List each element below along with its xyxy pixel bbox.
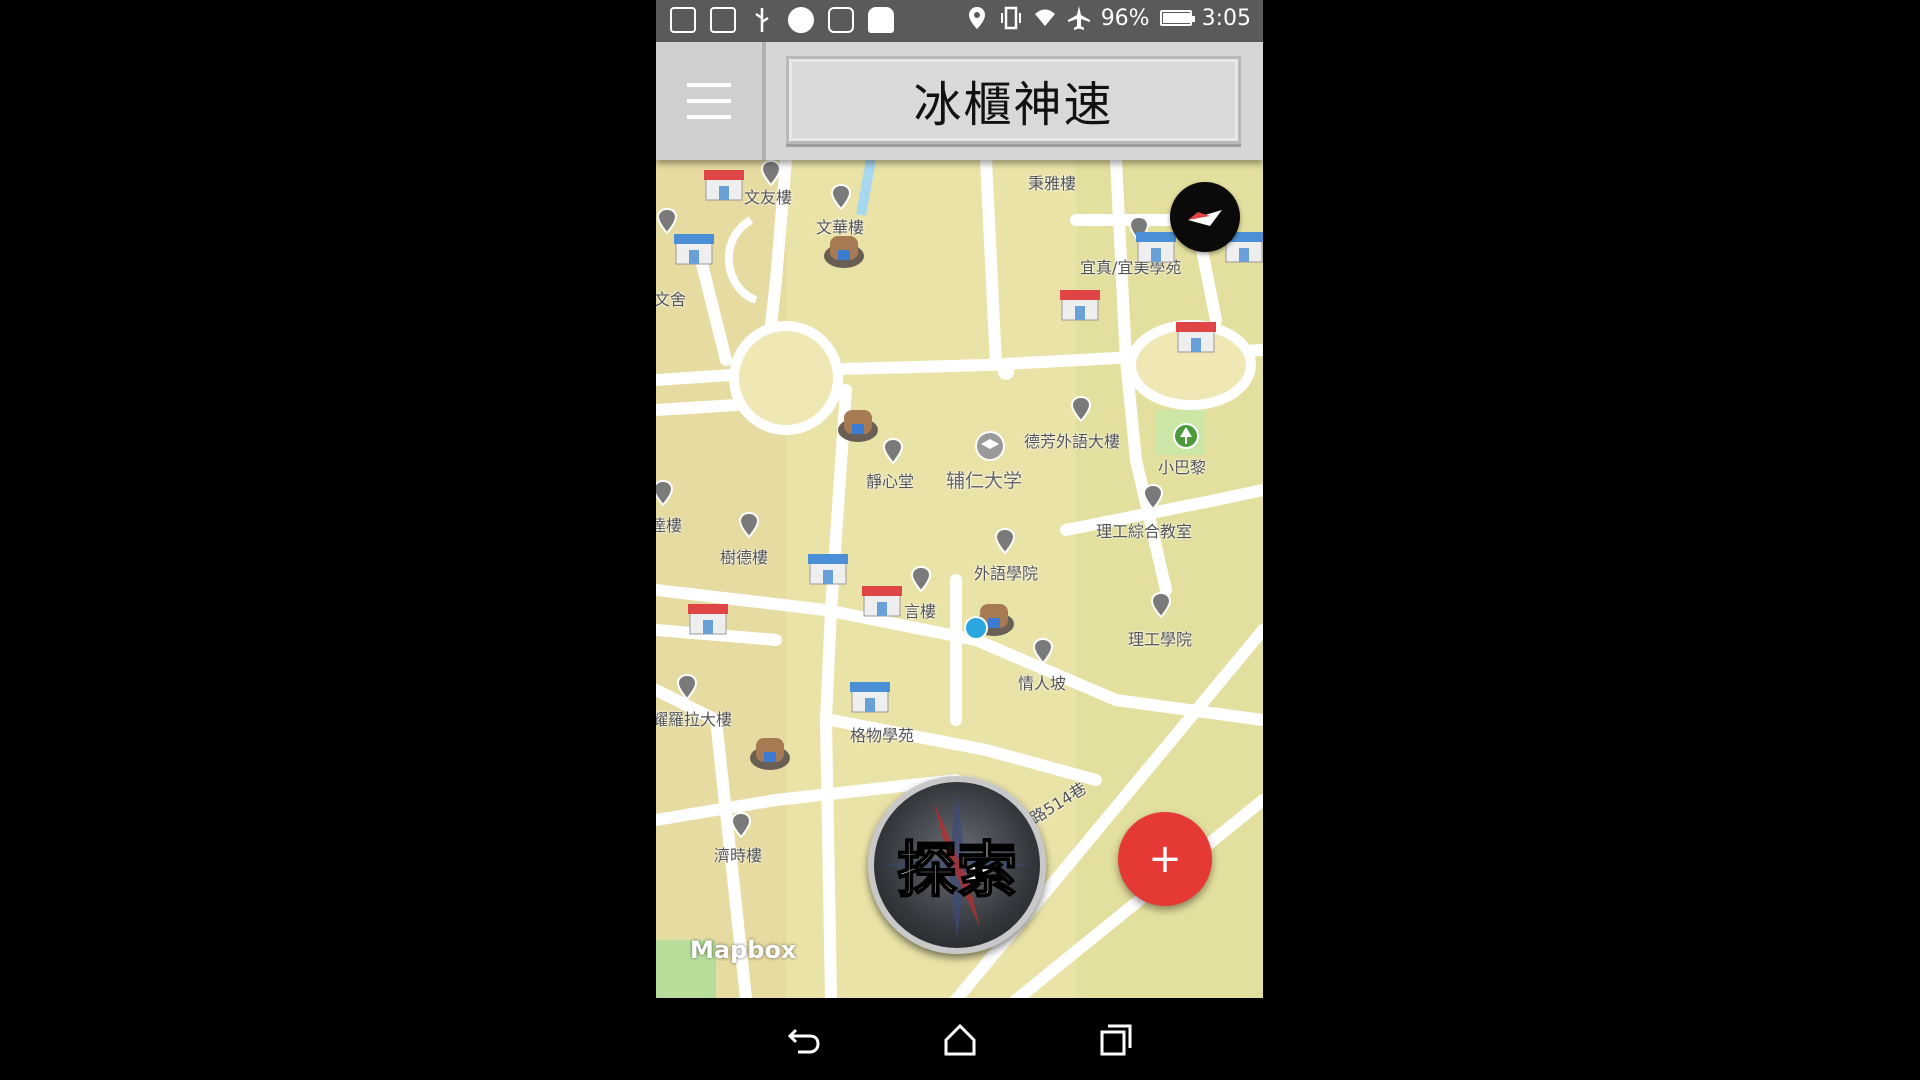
map-label: 文友樓 [744, 188, 793, 207]
red-building-icon[interactable] [688, 602, 728, 636]
map-pin-icon[interactable] [656, 208, 678, 234]
title-banner: 冰櫃神速 [786, 56, 1241, 144]
location-icon [968, 7, 985, 29]
blue-building-icon[interactable] [850, 680, 890, 714]
gym-icon[interactable] [748, 732, 792, 772]
map-label: 文舍 [656, 290, 687, 309]
home-icon[interactable] [940, 1020, 980, 1060]
red-building-icon[interactable] [704, 168, 744, 202]
map-label: 靜心堂 [866, 472, 915, 491]
android-icon [868, 7, 894, 33]
red-building-icon[interactable] [1060, 288, 1100, 322]
explore-button-label: 探索 [896, 835, 1018, 907]
instagram-icon [828, 7, 854, 33]
map-label: 外語學院 [974, 564, 1039, 583]
hamburger-icon [687, 83, 731, 87]
map-label: 秉雅樓 [1028, 174, 1077, 193]
hamburger-menu-button[interactable] [656, 42, 766, 160]
map-pin-icon[interactable] [730, 812, 752, 838]
map-pin-icon[interactable] [882, 438, 904, 464]
hamburger-icon-line [687, 115, 731, 119]
map-pin-icon[interactable] [1032, 638, 1054, 664]
map-pin-icon[interactable] [738, 512, 760, 538]
blue-building-icon[interactable] [808, 552, 848, 586]
map-label: 耀羅拉大樓 [656, 710, 733, 729]
plus-icon: + [1148, 836, 1182, 882]
vibrate-icon [1000, 6, 1021, 30]
gym-icon[interactable] [822, 230, 866, 270]
map-pin-icon[interactable] [1150, 592, 1172, 618]
code-icon [670, 7, 696, 33]
red-building-icon[interactable] [1176, 320, 1216, 354]
compass-icon [1188, 210, 1222, 226]
code-icon [710, 7, 736, 33]
map-label: 小巴黎 [1158, 458, 1207, 477]
system-nav-bar [656, 998, 1263, 1080]
map-view[interactable]: 文友樓 文華樓 秉雅樓 宜真/宜美學苑 文舍 德芳外語大樓 小巴黎 靜心堂 辅仁… [656, 160, 1263, 998]
map-label: 理工綜合教室 [1096, 522, 1193, 541]
map-pin-icon[interactable] [760, 160, 782, 186]
map-pin-icon[interactable] [910, 566, 932, 592]
university-icon[interactable] [974, 430, 1006, 462]
battery-percent: 96% [1100, 5, 1150, 31]
red-building-icon[interactable] [862, 584, 902, 618]
mapbox-logo[interactable]: Mapbox [690, 936, 796, 964]
airplane-icon [1067, 6, 1090, 30]
back-icon[interactable] [784, 1020, 824, 1060]
recents-icon[interactable] [1096, 1020, 1136, 1060]
map-pin-icon[interactable] [656, 480, 674, 506]
map-label: 樹德樓 [720, 548, 769, 567]
app-bar: 冰櫃神速 [656, 42, 1263, 160]
gym-icon[interactable] [836, 404, 880, 444]
map-pin-icon[interactable] [1070, 396, 1092, 422]
page-title: 冰櫃神速 [913, 77, 1114, 133]
hamburger-icon-line [687, 99, 731, 103]
map-pin-icon[interactable] [830, 184, 852, 210]
user-location-dot [964, 616, 988, 640]
add-fab-button[interactable]: + [1118, 812, 1212, 906]
map-label: 德芳外語大樓 [1024, 432, 1121, 451]
phone-screen: 96% 3:05 冰櫃神速 文友樓 文華樓 秉雅樓 宜真/宜美學苑 文舍 德芳外… [656, 0, 1263, 1080]
map-label: 情人坡 [1018, 674, 1067, 693]
park-icon[interactable] [1172, 422, 1200, 450]
map-label: 言樓 [904, 602, 937, 621]
compass-orientation-button[interactable] [1170, 182, 1240, 252]
map-label: 格物學苑 [850, 726, 915, 745]
map-pin-icon[interactable] [676, 674, 698, 700]
map-label: 理工學院 [1128, 630, 1193, 649]
map-label: 達樓 [656, 516, 683, 535]
map-pin-icon[interactable] [994, 528, 1016, 554]
messenger-icon [788, 7, 814, 33]
usb-icon [755, 8, 769, 32]
map-pin-icon[interactable] [1142, 484, 1164, 510]
explore-button[interactable]: 探索 [868, 776, 1046, 954]
wifi-icon [1034, 9, 1055, 26]
battery-icon [1159, 10, 1195, 26]
status-bar: 96% 3:05 [656, 0, 1263, 42]
clock: 3:05 [1201, 5, 1251, 31]
map-label: 濟時樓 [714, 846, 763, 865]
blue-building-icon[interactable] [674, 232, 714, 266]
map-label-university: 辅仁大学 [946, 470, 1023, 492]
